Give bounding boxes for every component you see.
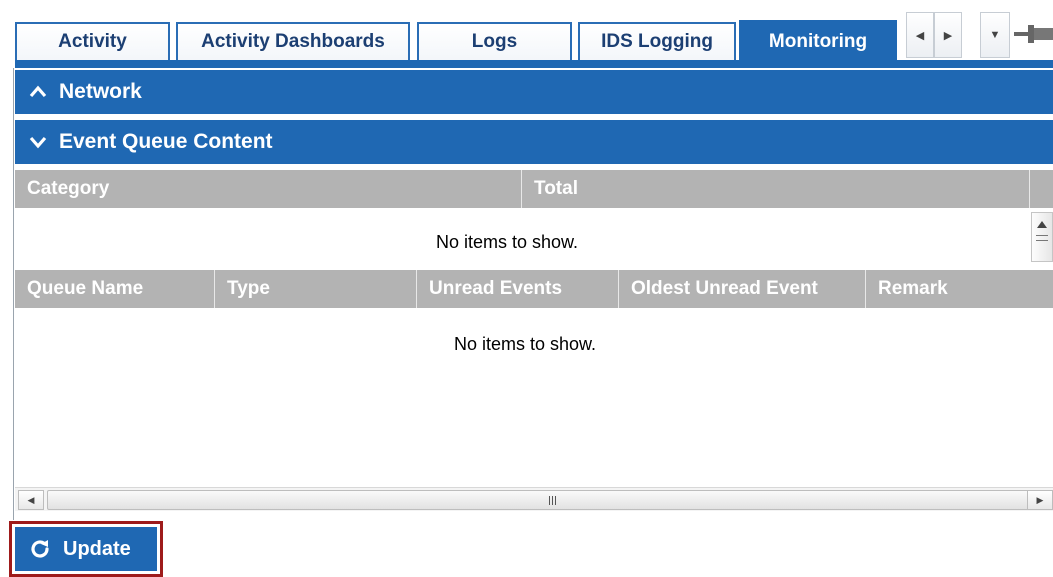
tab-list-menu-button[interactable]: ▼: [980, 12, 1010, 58]
tab-scroll-right-button[interactable]: ▶: [934, 12, 962, 58]
event-queue-section-title: Event Queue Content: [59, 130, 273, 153]
chevron-down-icon: [29, 133, 47, 151]
update-button[interactable]: Update: [15, 527, 157, 571]
triangle-right-icon: ▶: [1036, 494, 1044, 505]
queue-grid-horizontal-scrollbar[interactable]: ◀ ▶: [15, 487, 1053, 511]
scroll-left-button[interactable]: ◀: [18, 490, 44, 510]
column-header-type[interactable]: Type: [215, 270, 417, 308]
scrollbar-grip: [1036, 235, 1048, 241]
tab-logs[interactable]: Logs: [417, 22, 572, 60]
tab-strip: Activity Activity Dashboards Logs IDS Lo…: [0, 0, 1053, 62]
scroll-up-icon: [1037, 221, 1047, 228]
network-section-header[interactable]: Network: [15, 70, 1053, 114]
queue-grid-empty-message: No items to show.: [454, 334, 597, 354]
event-queue-section-header[interactable]: Event Queue Content: [15, 120, 1053, 164]
scrollbar-thumb[interactable]: [47, 490, 1053, 510]
category-grid-empty-message: No items to show.: [436, 232, 579, 252]
column-header-total[interactable]: Total: [522, 170, 1030, 208]
scroll-right-button[interactable]: ▶: [1027, 490, 1053, 510]
pushpin-icon: [1014, 25, 1053, 43]
scrollbar-grip: [548, 495, 556, 505]
tab-activity-dashboards[interactable]: Activity Dashboards: [176, 22, 410, 60]
column-header-category[interactable]: Category: [15, 170, 522, 208]
tab-ids-logging[interactable]: IDS Logging: [578, 22, 736, 60]
refresh-icon: [29, 538, 51, 560]
category-grid-header: Category Total: [15, 170, 1053, 208]
column-header-unread-events[interactable]: Unread Events: [417, 270, 619, 308]
triangle-right-icon: ▶: [943, 29, 953, 42]
tab-monitoring[interactable]: Monitoring: [739, 20, 897, 62]
column-header-oldest-unread-event[interactable]: Oldest Unread Event: [619, 270, 866, 308]
column-header-remark[interactable]: Remark: [866, 270, 1053, 308]
network-section-title: Network: [59, 80, 142, 103]
triangle-left-icon: ◀: [915, 29, 925, 42]
tab-scroll-left-button[interactable]: ◀: [906, 12, 934, 58]
triangle-down-icon: ▼: [989, 29, 1001, 41]
triangle-left-icon: ◀: [27, 494, 35, 505]
pin-button[interactable]: [1014, 14, 1053, 54]
category-grid-vertical-scrollbar[interactable]: [1031, 212, 1053, 262]
tab-underline: [15, 60, 1053, 68]
update-button-label: Update: [63, 537, 131, 560]
queue-grid-header: Queue Name Type Unread Events Oldest Unr…: [15, 270, 1053, 308]
column-header-queue-name[interactable]: Queue Name: [15, 270, 215, 308]
tab-activity[interactable]: Activity: [15, 22, 170, 60]
chevron-up-icon: [29, 83, 47, 101]
